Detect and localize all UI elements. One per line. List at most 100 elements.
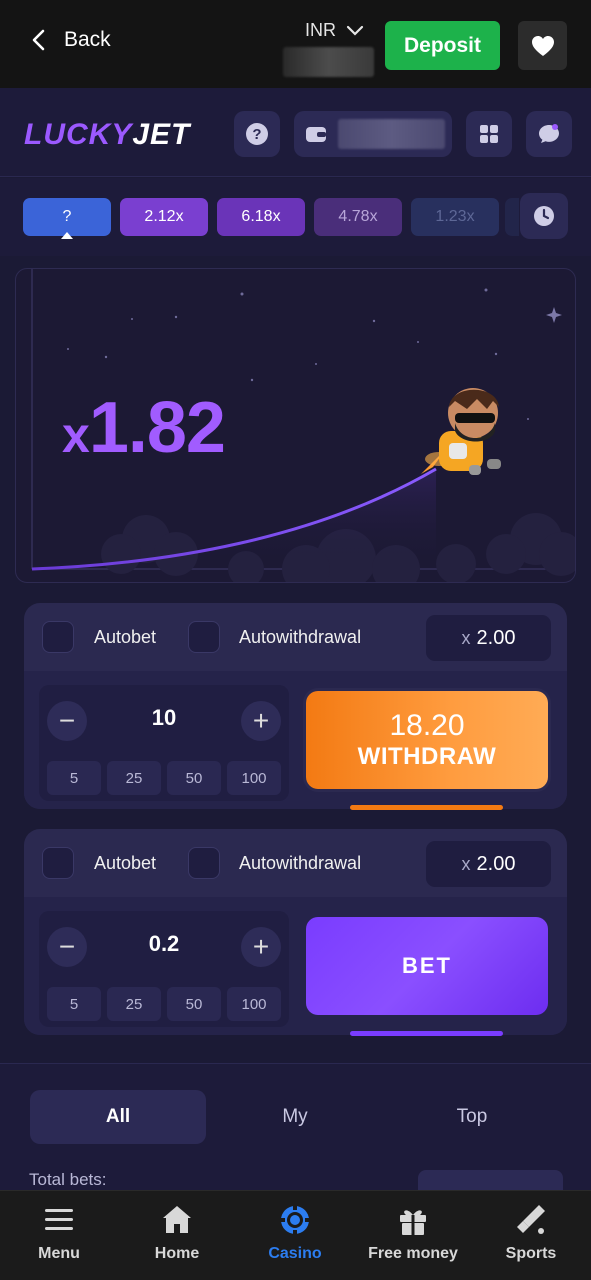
help-button[interactable]: ? xyxy=(234,111,280,157)
total-bets-label: Total bets: xyxy=(29,1170,107,1189)
currency-selector[interactable]: INR xyxy=(305,20,364,41)
decrease-stake-button[interactable]: − xyxy=(47,701,87,741)
balance-hidden xyxy=(283,47,374,77)
history-label: 4.78x xyxy=(338,208,378,225)
quick-amount-button[interactable]: 25 xyxy=(107,987,161,1021)
history-label: 2.12x xyxy=(144,208,184,225)
grid-icon xyxy=(480,125,498,143)
logo-jet: JET xyxy=(132,118,191,151)
history-item[interactable]: 6.18x xyxy=(217,198,305,236)
home-icon xyxy=(163,1206,191,1233)
clock-icon xyxy=(534,206,554,226)
stake-input-group: − 10 + 5 25 50 100 xyxy=(39,685,289,801)
withdraw-progress xyxy=(350,805,503,810)
autowithdrawal-label: Autowithdrawal xyxy=(239,627,362,647)
game-header: LUCKYJET ? xyxy=(0,88,591,177)
chevron-left-icon xyxy=(32,29,45,51)
quick-amount-button[interactable]: 100 xyxy=(227,761,281,795)
history-button[interactable] xyxy=(520,193,568,239)
bet-panel-2: Autobet Autowithdrawal x 2.00 − 0.2 + 5 … xyxy=(24,829,567,1036)
jet-character xyxy=(421,388,501,475)
quick-amount-button[interactable]: 25 xyxy=(107,761,161,795)
history-label: ? xyxy=(62,208,72,225)
favorite-button[interactable] xyxy=(518,21,567,70)
history-item[interactable]: 4.78x xyxy=(314,198,402,236)
chat-icon xyxy=(539,124,559,143)
mult-prefix: x xyxy=(461,853,471,874)
game-canvas: x1.82 xyxy=(15,268,576,583)
autobet-checkbox[interactable] xyxy=(42,847,74,879)
bet-controls: − 10 + 5 25 50 100 18.20 WITHDRAW xyxy=(24,671,567,810)
menu-icon xyxy=(45,1209,73,1230)
stake-value[interactable]: 10 xyxy=(99,705,229,731)
svg-text:?: ? xyxy=(252,126,261,143)
autobet-checkbox[interactable] xyxy=(42,621,74,653)
autowithdrawal-multiplier-input[interactable]: x 2.00 xyxy=(426,841,551,887)
withdraw-label: WITHDRAW xyxy=(357,743,497,770)
autowithdrawal-checkbox[interactable] xyxy=(188,847,220,879)
increase-stake-button[interactable]: + xyxy=(241,927,281,967)
heart-icon xyxy=(531,35,554,56)
nav-label: Menu xyxy=(38,1245,80,1262)
bet-button[interactable]: BET xyxy=(306,917,548,1015)
nav-home[interactable]: Home xyxy=(127,1203,227,1263)
quick-amount-button[interactable]: 50 xyxy=(167,987,221,1021)
wallet-icon xyxy=(306,127,326,142)
increase-stake-button[interactable]: + xyxy=(241,701,281,741)
tab-my[interactable]: My xyxy=(207,1090,383,1144)
history-item[interactable]: 1.23x xyxy=(411,198,499,236)
multiplier-prefix: x xyxy=(62,407,90,463)
nav-label: Home xyxy=(154,1245,200,1262)
nav-label: Sports xyxy=(505,1245,557,1262)
logo-lucky: LUCKY xyxy=(24,118,133,151)
autowithdrawal-multiplier-input[interactable]: x 2.00 xyxy=(426,615,551,661)
wallet-balance xyxy=(294,111,452,157)
gift-icon xyxy=(400,1210,426,1235)
history-item[interactable]: ? xyxy=(23,198,111,236)
nav-label: Casino xyxy=(268,1245,322,1262)
tab-top[interactable]: Top xyxy=(384,1090,560,1144)
history-item[interactable]: 2.12x xyxy=(120,198,208,236)
casino-chip-icon xyxy=(280,1205,310,1235)
history-overflow xyxy=(505,198,519,236)
nav-menu[interactable]: Menu xyxy=(9,1203,109,1263)
menu-grid-button[interactable] xyxy=(466,111,512,157)
back-button[interactable]: Back xyxy=(30,28,111,52)
nav-casino[interactable]: Casino xyxy=(245,1203,345,1263)
bet-panel-1: Autobet Autowithdrawal x 2.00 − 10 + 5 2… xyxy=(24,603,567,810)
deposit-button[interactable]: Deposit xyxy=(385,21,500,70)
lucky-jet-logo: LUCKYJET xyxy=(24,118,190,152)
withdraw-amount: 18.20 xyxy=(389,709,465,742)
stake-value[interactable]: 0.2 xyxy=(99,931,229,957)
nav-sports[interactable]: Sports xyxy=(481,1203,581,1263)
chat-button[interactable] xyxy=(526,111,572,157)
quick-amount-button[interactable]: 5 xyxy=(47,761,101,795)
back-label: Back xyxy=(64,28,111,51)
tab-all[interactable]: All xyxy=(30,1090,206,1144)
history-label: 6.18x xyxy=(241,208,281,225)
quick-amount-button[interactable]: 5 xyxy=(47,987,101,1021)
bet-controls: − 0.2 + 5 25 50 100 BET xyxy=(24,897,567,1036)
quick-amount-button[interactable]: 50 xyxy=(167,761,221,795)
round-history: ? 2.12x 6.18x 4.78x 1.23x xyxy=(0,178,591,256)
autobet-label: Autobet xyxy=(94,627,157,647)
nav-label: Free money xyxy=(368,1245,458,1262)
nav-free-money[interactable]: Free money xyxy=(363,1203,463,1263)
history-label: 1.23x xyxy=(435,208,475,225)
decrease-stake-button[interactable]: − xyxy=(47,927,87,967)
top-bar: Back INR Deposit xyxy=(0,0,591,88)
autobet-label: Autobet xyxy=(94,853,157,873)
current-multiplier: x1.82 xyxy=(62,387,226,469)
question-icon: ? xyxy=(246,123,268,145)
stake-input-group: − 0.2 + 5 25 50 100 xyxy=(39,911,289,1027)
withdraw-button[interactable]: 18.20 WITHDRAW xyxy=(306,691,548,789)
currency-label: INR xyxy=(305,20,336,40)
bottom-navigation: Menu Home Casino Free money Sports xyxy=(0,1190,591,1280)
mult-value: 2.00 xyxy=(476,852,516,875)
mult-prefix: x xyxy=(461,627,471,648)
quick-amount-button[interactable]: 100 xyxy=(227,987,281,1021)
bets-tabs-section: All My Top Total bets: xyxy=(0,1063,591,1200)
sports-icon xyxy=(517,1205,545,1234)
autowithdrawal-checkbox[interactable] xyxy=(188,621,220,653)
wallet-amount-hidden xyxy=(338,119,445,149)
